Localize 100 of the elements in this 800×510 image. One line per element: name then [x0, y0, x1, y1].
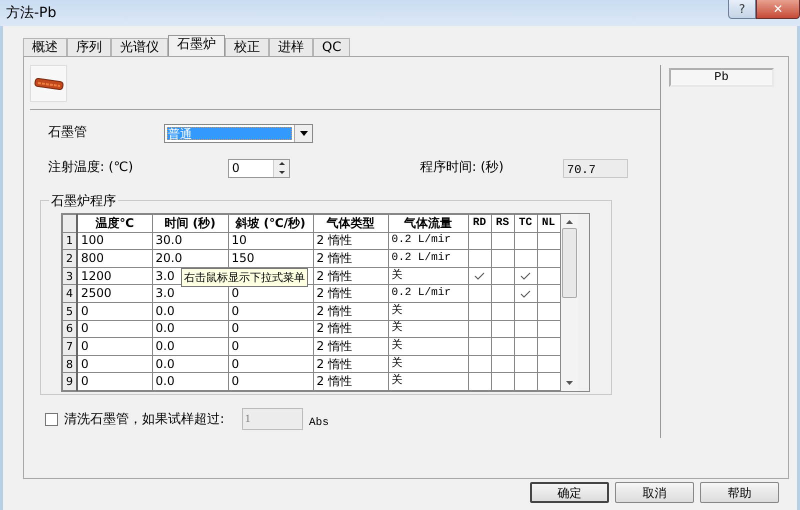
checkmark-icon — [474, 272, 485, 280]
tab[interactable]: 校正 — [225, 38, 269, 56]
checkbox-cell[interactable] — [491, 355, 514, 373]
checkbox-cell[interactable] — [491, 338, 514, 356]
tooltip: 右击鼠标显示下拉式菜单 — [181, 268, 308, 287]
readonly-field: 70.7 — [563, 158, 628, 178]
checkbox-cell[interactable] — [514, 284, 537, 302]
table-cell: 关 — [388, 302, 468, 320]
checkbox-cell[interactable] — [514, 372, 537, 390]
checkbox-cell[interactable] — [491, 372, 514, 390]
row-number[interactable]: 5 — [62, 302, 77, 320]
checkbox-cell[interactable] — [468, 284, 491, 302]
checkbox-cell[interactable] — [491, 284, 514, 302]
field-label: 程序时间: (秒) — [420, 159, 505, 178]
table-cell: 0 — [77, 338, 152, 356]
table-cell: 0.0 — [152, 338, 228, 356]
checkbox-cell[interactable] — [537, 232, 560, 250]
table-cell: 关 — [388, 355, 468, 373]
column-header: TC — [514, 214, 537, 232]
checkbox-cell[interactable] — [491, 320, 514, 338]
help-button[interactable]: ? — [728, 0, 756, 19]
caret-icon — [300, 130, 308, 136]
row-number[interactable]: 9 — [62, 372, 77, 390]
row-number[interactable]: 2 — [62, 250, 77, 268]
tab[interactable]: 进样 — [269, 38, 313, 56]
checkbox-cell[interactable] — [468, 302, 491, 320]
table-cell: 150 — [228, 250, 313, 268]
scroll-up-icon[interactable] — [566, 220, 572, 224]
table-cell: 0.0 — [152, 355, 228, 373]
down-arrow-icon[interactable] — [278, 170, 284, 174]
column-header: 气体类型 — [313, 214, 388, 232]
checkbox-label: 清洗石墨管，如果试样超过: — [64, 410, 226, 428]
table-cell: 关 — [388, 372, 468, 390]
row-number[interactable]: 4 — [62, 284, 77, 302]
table-cell: 2 惰性 — [313, 338, 388, 356]
checkbox-cell[interactable] — [537, 320, 560, 338]
checkbox-cell[interactable] — [468, 320, 491, 338]
window-title: 方法-Pb — [6, 4, 56, 22]
checkbox-cell[interactable] — [468, 372, 491, 390]
tab[interactable]: 光谱仪 — [111, 38, 168, 56]
checkbox-cell[interactable] — [514, 302, 537, 320]
tab[interactable]: QC — [313, 38, 350, 56]
table-cell: 1200 — [77, 267, 152, 285]
column-header: 气体流量 — [388, 214, 468, 232]
checkbox-cell[interactable] — [468, 267, 491, 285]
table-cell: 2 惰性 — [313, 372, 388, 390]
checkmark-icon — [520, 290, 531, 298]
checkbox-cell[interactable] — [537, 372, 560, 390]
up-arrow-icon[interactable] — [278, 162, 284, 166]
table-cell: 800 — [77, 250, 152, 268]
tab[interactable]: 概述 — [23, 38, 67, 56]
field-label: 石墨管 — [48, 124, 88, 142]
unit-label: Abs — [309, 416, 329, 431]
checkbox-cell[interactable] — [514, 232, 537, 250]
checkbox-cell[interactable] — [537, 338, 560, 356]
table-cell: 0 — [77, 372, 152, 390]
checkbox-cell[interactable] — [491, 302, 514, 320]
checkbox-cell[interactable] — [491, 232, 514, 250]
table-cell: 30.0 — [152, 232, 228, 250]
table-cell: 0 — [228, 338, 313, 356]
table-cell: 2 惰性 — [313, 250, 388, 268]
checkbox-cell[interactable] — [537, 267, 560, 285]
checkbox-cell[interactable] — [468, 232, 491, 250]
tab[interactable]: 序列 — [67, 38, 111, 56]
checkbox-cell[interactable] — [491, 250, 514, 268]
dialog-button[interactable]: 取消 — [615, 482, 694, 503]
table-cell: 2 惰性 — [313, 267, 388, 285]
checkbox-cell[interactable] — [468, 338, 491, 356]
scrollbar[interactable] — [560, 214, 578, 391]
checkbox-cell[interactable] — [537, 302, 560, 320]
checkbox-cell[interactable] — [514, 338, 537, 356]
checkbox-cell[interactable] — [491, 267, 514, 285]
checkbox-cell[interactable] — [468, 250, 491, 268]
checkbox-cell[interactable] — [514, 355, 537, 373]
row-number[interactable]: 1 — [62, 232, 77, 250]
table-cell: 关 — [388, 320, 468, 338]
table-cell: 2 惰性 — [313, 302, 388, 320]
table-cell: 0 — [228, 372, 313, 390]
checkbox-cell[interactable] — [514, 320, 537, 338]
row-number[interactable]: 7 — [62, 338, 77, 356]
table-cell: 0.0 — [152, 372, 228, 390]
row-number[interactable]: 3 — [62, 267, 77, 285]
checkbox-cell[interactable] — [514, 267, 537, 285]
dialog-button[interactable]: 帮助 — [700, 482, 779, 503]
checkbox-cell[interactable] — [537, 250, 560, 268]
checkbox-cell[interactable] — [537, 355, 560, 373]
tab[interactable]: 石墨炉 — [168, 35, 225, 56]
spinner-field[interactable]: 0 — [228, 158, 290, 178]
column-header: 时间 (秒) — [152, 214, 228, 232]
row-number[interactable]: 6 — [62, 320, 77, 338]
dialog-button[interactable]: 确定 — [530, 482, 609, 503]
checkbox-cell[interactable] — [537, 284, 560, 302]
checkbox[interactable] — [45, 412, 58, 426]
scroll-down-icon[interactable] — [566, 380, 572, 385]
table-cell: 0 — [77, 320, 152, 338]
graphite-tube-icon — [30, 65, 67, 102]
element-item[interactable]: Pb — [669, 68, 774, 87]
checkbox-cell[interactable] — [514, 250, 537, 268]
checkbox-cell[interactable] — [468, 355, 491, 373]
row-number[interactable]: 8 — [62, 355, 77, 373]
